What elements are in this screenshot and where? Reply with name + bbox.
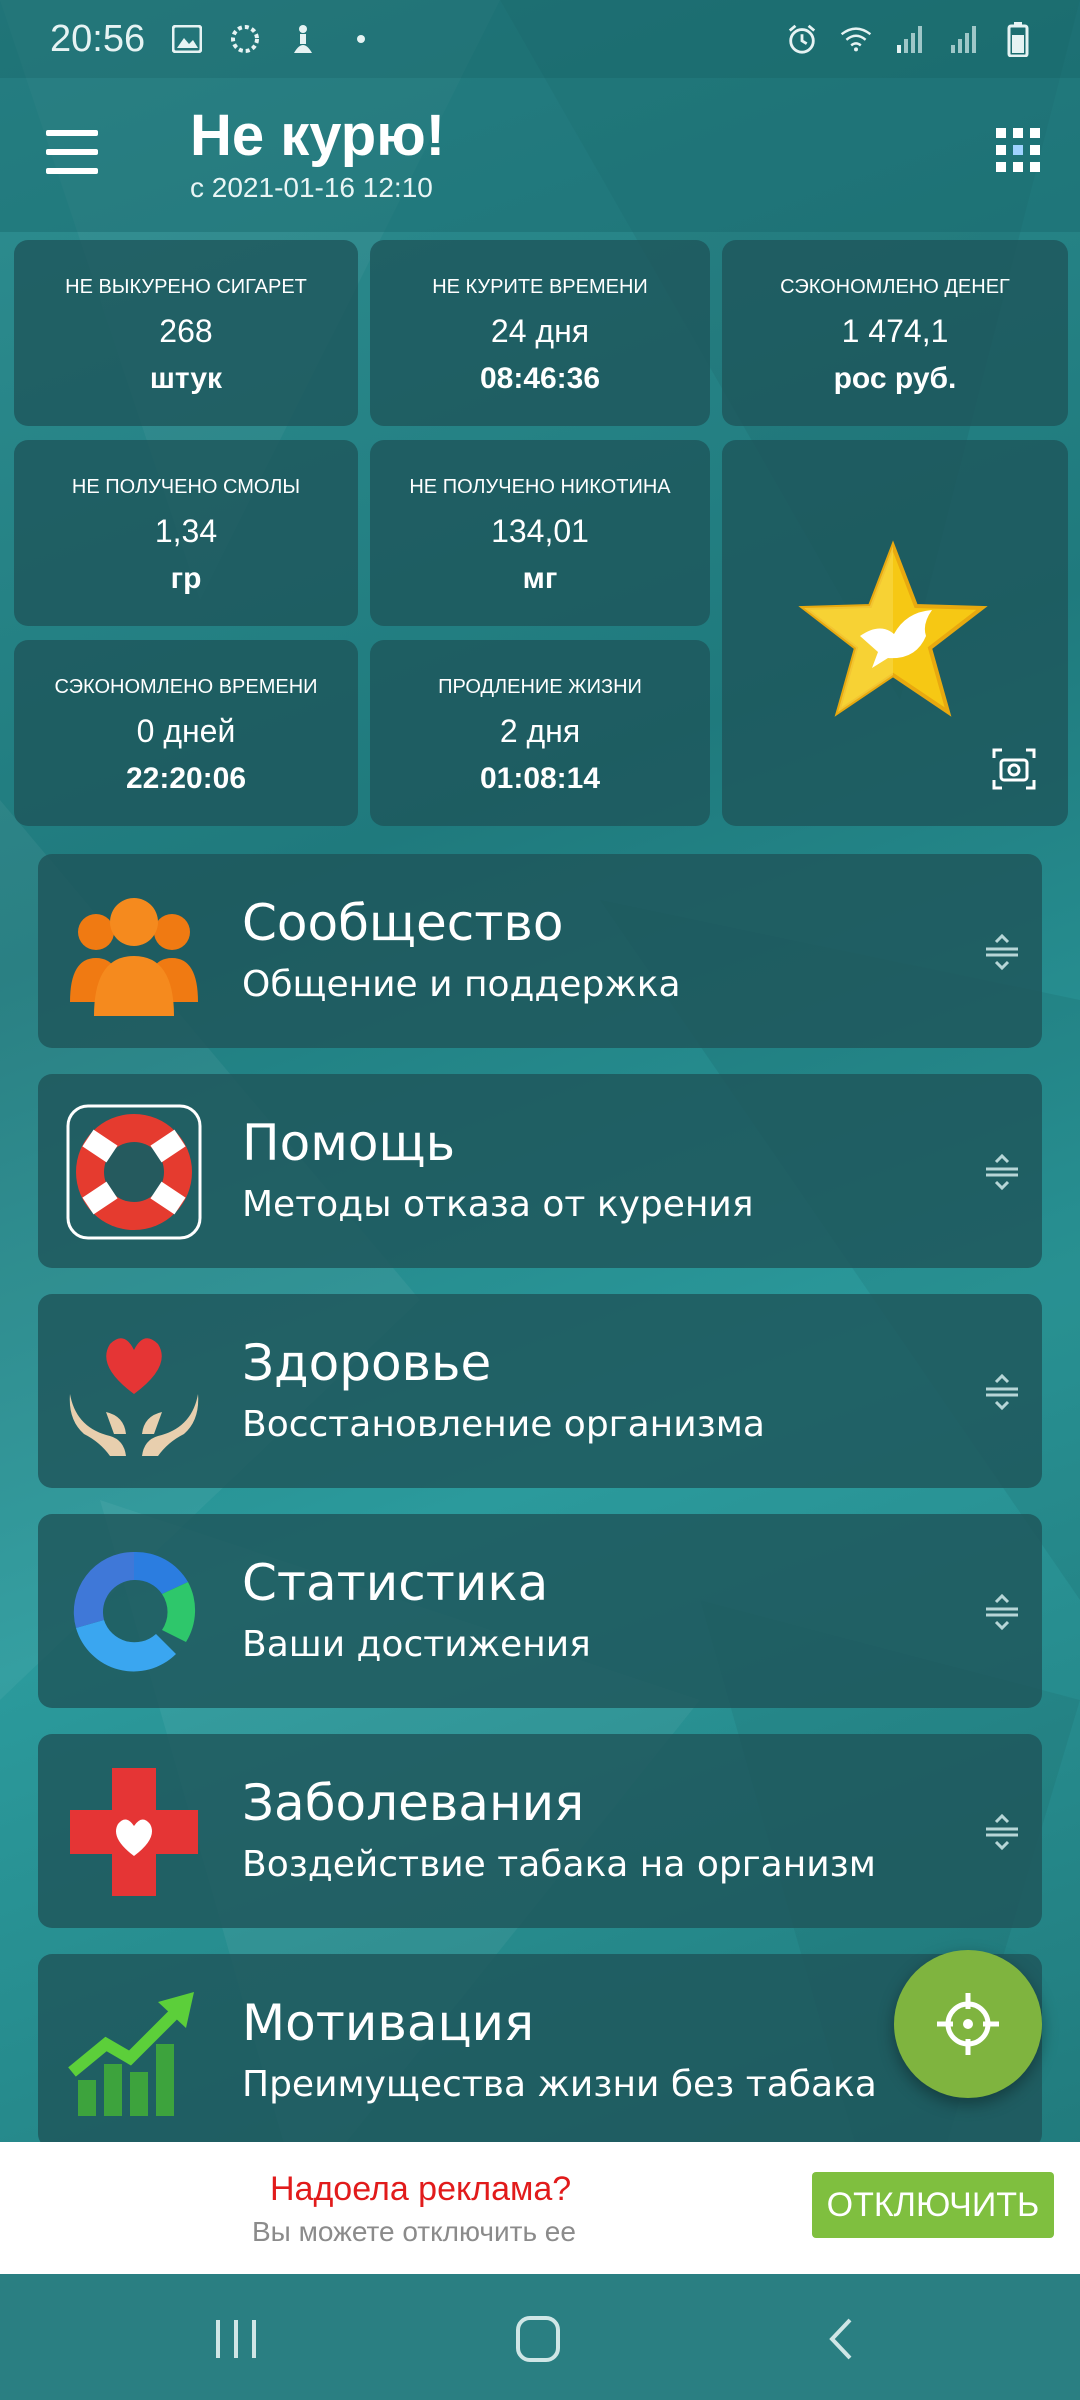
stat-tar[interactable]: НЕ ПОЛУЧЕНО СМОЛЫ 1,34 гр [14, 440, 358, 626]
medical-cross-icon [70, 1768, 198, 1896]
stat-unit: гр [170, 562, 202, 595]
back-icon[interactable] [812, 2314, 872, 2364]
signal-icon [894, 23, 926, 55]
stat-value: 268 [159, 313, 213, 349]
stat-label: НЕ ПОЛУЧЕНО НИКОТИНА [409, 476, 671, 498]
wifi-icon [840, 23, 872, 55]
drag-handle-icon[interactable] [982, 1372, 1022, 1412]
stat-label: ПРОДЛЕНИЕ ЖИЗНИ [438, 676, 642, 698]
stat-label: СЭКОНОМЛЕНО ВРЕМЕНИ [54, 676, 318, 698]
loading-circle-icon [229, 23, 261, 55]
ad-banner: Надоела реклама? Вы можете отключить ее … [0, 2142, 1080, 2274]
app-title: Не курю! [190, 103, 446, 168]
target-fab-button[interactable] [894, 1950, 1042, 2098]
drag-handle-icon[interactable] [982, 1152, 1022, 1192]
menu-card-title: Здоровье [242, 1334, 492, 1392]
signal-icon [948, 23, 980, 55]
stat-unit: 01:08:14 [479, 762, 601, 795]
grid-apps-icon[interactable] [996, 128, 1040, 172]
menu-card-subtitle: Методы отказа от курения [242, 1184, 754, 1225]
menu-card-subtitle: Преимущества жизни без табака [242, 2064, 877, 2105]
stat-value: 1 474,1 [841, 313, 949, 349]
stat-nicotine[interactable]: НЕ ПОЛУЧЕНО НИКОТИНА 134,01 мг [370, 440, 710, 626]
stat-label: НЕ ПОЛУЧЕНО СМОЛЫ [71, 476, 301, 498]
stat-label: СЭКОНОМЛЕНО ДЕНЕГ [780, 276, 1010, 298]
stat-unit: рос руб. [833, 362, 957, 395]
menu-card-title: Мотивация [242, 1994, 535, 2052]
alarm-icon [786, 23, 818, 55]
ad-subtitle: Вы можете отключить ее [252, 2216, 576, 2247]
disable-ads-button[interactable]: ОТКЛЮЧИТЬ [812, 2172, 1054, 2238]
battery-icon [1002, 22, 1034, 57]
achievement-tile[interactable] [722, 440, 1068, 826]
menu-card-community[interactable]: Сообщество Общение и поддержка [38, 854, 1042, 1048]
stat-value: 0 дней [136, 713, 236, 749]
stat-unit: 22:20:06 [125, 762, 247, 795]
drag-handle-icon[interactable] [982, 1812, 1022, 1852]
stat-value: 24 дня [490, 313, 590, 349]
app-subtitle: с 2021-01-16 12:10 [190, 172, 433, 203]
accessibility-icon [287, 23, 319, 55]
drag-handle-icon[interactable] [982, 1592, 1022, 1632]
ad-title: Надоела реклама? [270, 2170, 572, 2208]
stat-unit: мг [522, 562, 558, 595]
menu-hamburger-icon[interactable] [46, 130, 98, 174]
stat-label: НЕ ВЫКУРЕНО СИГАРЕТ [65, 276, 307, 298]
stat-money-saved[interactable]: СЭКОНОМЛЕНО ДЕНЕГ 1 474,1 рос руб. [722, 240, 1068, 426]
menu-card-title: Помощь [242, 1114, 456, 1172]
stat-label: НЕ КУРИТЕ ВРЕМЕНИ [432, 276, 648, 298]
camera-icon[interactable] [990, 746, 1038, 792]
recent-apps-icon[interactable] [206, 2314, 266, 2364]
image-icon [171, 23, 203, 55]
lifebuoy-icon [66, 1104, 202, 1240]
home-icon[interactable] [508, 2314, 568, 2364]
stat-time-not-smoking[interactable]: НЕ КУРИТЕ ВРЕМЕНИ 24 дня 08:46:36 [370, 240, 710, 426]
menu-card-help[interactable]: Помощь Методы отказа от курения [38, 1074, 1042, 1268]
stat-time-saved[interactable]: СЭКОНОМЛЕНО ВРЕМЕНИ 0 дней 22:20:06 [14, 640, 358, 826]
menu-card-title: Сообщество [242, 894, 564, 952]
ring-chart-icon [73, 1551, 196, 1672]
menu-card-subtitle: Восстановление организма [242, 1404, 765, 1445]
menu-card-subtitle: Воздействие табака на организм [242, 1844, 876, 1885]
stat-life-extension[interactable]: ПРОДЛЕНИЕ ЖИЗНИ 2 дня 01:08:14 [370, 640, 710, 826]
menu-card-statistics[interactable]: Статистика Ваши достижения [38, 1514, 1042, 1708]
stat-value: 134,01 [491, 513, 589, 549]
menu-card-title: Заболевания [242, 1774, 585, 1832]
stat-value: 1,34 [154, 513, 218, 549]
status-time: 20:56 [50, 17, 146, 60]
stat-unit: штук [149, 362, 223, 395]
heart-hands-icon [69, 1338, 199, 1456]
menu-card-motivation[interactable]: Мотивация Преимущества жизни без табака [38, 1954, 1042, 2148]
system-nav-bar [0, 2274, 1080, 2400]
dot-icon [345, 23, 377, 55]
menu-card-health[interactable]: Здоровье Восстановление организма [38, 1294, 1042, 1488]
drag-handle-icon[interactable] [982, 932, 1022, 972]
status-bar: 20:56 [0, 0, 1080, 78]
stat-unit: 08:46:36 [479, 362, 601, 395]
app-bar: Не курю! с 2021-01-16 12:10 [0, 78, 1080, 232]
menu-card-subtitle: Общение и поддержка [242, 964, 681, 1005]
menu-card-diseases[interactable]: Заболевания Воздействие табака на органи… [38, 1734, 1042, 1928]
star-dove-icon [798, 540, 988, 717]
menu-card-title: Статистика [242, 1554, 549, 1612]
stat-value: 2 дня [499, 713, 581, 749]
community-people-icon [70, 898, 198, 1016]
crosshair-icon [937, 1993, 999, 2055]
growth-chart-icon [68, 1992, 194, 2116]
menu-card-subtitle: Ваши достижения [242, 1624, 591, 1665]
stat-cigarettes[interactable]: НЕ ВЫКУРЕНО СИГАРЕТ 268 штук [14, 240, 358, 426]
